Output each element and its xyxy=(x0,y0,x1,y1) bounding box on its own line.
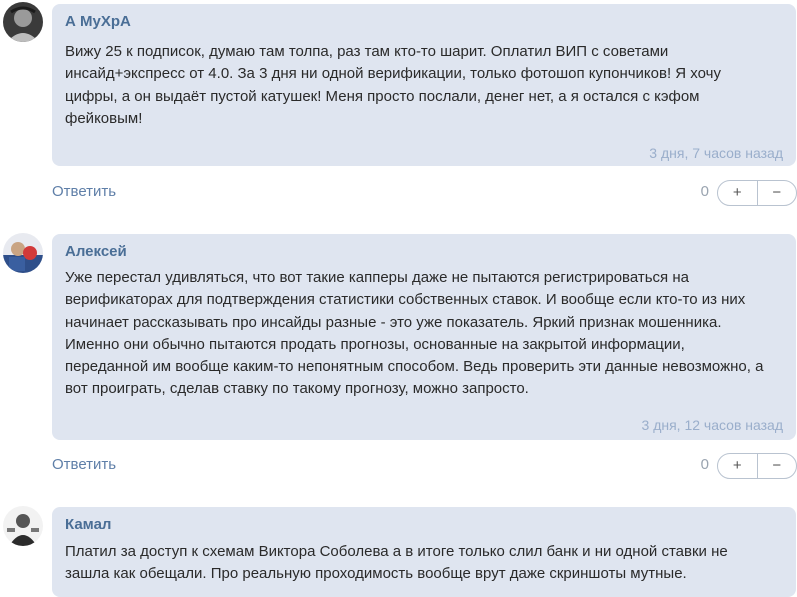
reply-button[interactable]: Ответить xyxy=(52,183,116,200)
comment-text-line: фейковым! xyxy=(65,109,143,127)
reply-button[interactable]: Ответить xyxy=(52,456,116,473)
avatar-image xyxy=(3,233,43,273)
avatar-image xyxy=(3,2,43,42)
downvote-button[interactable]: − xyxy=(758,454,797,478)
comment-timestamp: 3 дня, 7 часов назад xyxy=(649,145,783,161)
avatar[interactable] xyxy=(3,506,43,546)
comment-text-line: вот проиграть, сделав ставку по такому п… xyxy=(65,380,529,398)
comment-author[interactable]: А МуХрА xyxy=(65,13,131,30)
comment-text: Уже перестал удивляться, что вот такие к… xyxy=(65,267,786,401)
upvote-button[interactable]: + xyxy=(718,454,757,478)
comment-actions: Ответить 0 + − xyxy=(52,179,797,207)
avatar[interactable] xyxy=(3,233,43,273)
vote-score: 0 xyxy=(700,456,709,473)
comment-bubble: Алексей Уже перестал удивляться, что вот… xyxy=(52,234,796,440)
comment-text-line: переданной им вообще каким-то непонятным… xyxy=(65,358,764,376)
comment-text-line: Вижу 25 к подписок, думаю там толпа, раз… xyxy=(65,43,669,60)
comment-text: Платил за доступ к схемам Виктора Соболе… xyxy=(65,541,786,586)
comment-text: Вижу 25 к подписок, думаю там толпа, раз… xyxy=(65,41,786,130)
comment-text-line: Именно они обычно пытаются продать прогн… xyxy=(65,335,685,353)
comment-text-line: начинает рассказывать про инсайды разные… xyxy=(65,313,722,331)
comment-text-line: цифры, а он выдаёт пустой катушек! Меня … xyxy=(65,87,700,105)
comment-text-line: Платил за доступ к схемам Виктора Соболе… xyxy=(65,543,728,560)
downvote-button[interactable]: − xyxy=(758,181,797,205)
comment-bubble: Камал Платил за доступ к схемам Виктора … xyxy=(52,507,796,597)
comment-text-line: верификаторах для подтверждения статисти… xyxy=(65,291,746,309)
comment-author[interactable]: Алексей xyxy=(65,243,127,260)
upvote-button[interactable]: + xyxy=(718,181,757,205)
comment-timestamp: 3 дня, 12 часов назад xyxy=(641,417,783,433)
comment-author[interactable]: Камал xyxy=(65,516,111,533)
comment-bubble: А МуХрА Вижу 25 к подписок, думаю там то… xyxy=(52,4,796,166)
comment-text-line: Уже перестал удивляться, что вот такие к… xyxy=(65,269,689,286)
avatar-image xyxy=(3,506,43,546)
comment-text-line: инсайд+экспресс от 4.0. За 3 дня ни одно… xyxy=(65,65,721,83)
vote-score: 0 xyxy=(700,183,709,200)
vote-control: + − xyxy=(717,180,797,206)
comment-text-line: зашла как обещали. Про реальную проходим… xyxy=(65,565,687,583)
vote-control: + − xyxy=(717,453,797,479)
avatar[interactable] xyxy=(3,2,43,42)
comment-actions: Ответить 0 + − xyxy=(52,452,797,480)
